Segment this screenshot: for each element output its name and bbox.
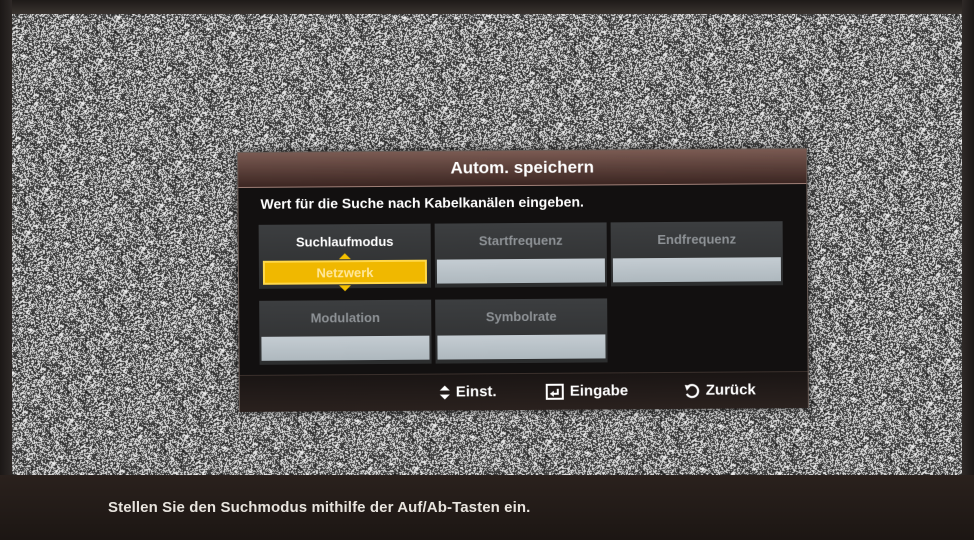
- footer-adjust[interactable]: Einst.: [439, 383, 497, 401]
- field-start-frequency[interactable]: Startfrequenz: [434, 222, 608, 288]
- footer-adjust-label: Einst.: [455, 383, 497, 401]
- field-value-modulation[interactable]: [261, 335, 430, 361]
- field-symbol-rate[interactable]: Symbolrate: [435, 298, 608, 364]
- field-value-text-search-mode: Netzwerk: [316, 265, 374, 281]
- field-label-search-mode: Suchlaufmodus: [295, 233, 394, 250]
- footer-back-label: Zurück: [705, 381, 756, 399]
- auto-store-dialog: Autom. speichern Wert für die Suche nach…: [237, 148, 809, 412]
- dialog-footer: Einst. Eingabe Zurück: [239, 371, 808, 412]
- field-value-text-symbol-rate: [437, 337, 605, 338]
- field-modulation[interactable]: Modulation: [259, 299, 432, 365]
- tv-bezel-top: [0, 0, 974, 14]
- field-value-start-frequency[interactable]: [436, 258, 606, 284]
- field-value-search-mode[interactable]: Netzwerk: [262, 259, 428, 285]
- field-label-symbol-rate: Symbolrate: [485, 308, 557, 325]
- field-label-end-frequency: Endfrequenz: [657, 231, 737, 248]
- dialog-title-bar: Autom. speichern: [238, 149, 807, 188]
- return-icon: [684, 383, 700, 398]
- up-down-arrows-icon: [439, 385, 450, 400]
- dialog-instruction: Wert für die Suche nach Kabelkanälen ein…: [260, 193, 584, 212]
- field-search-mode[interactable]: Suchlaufmodus Netzwerk: [258, 223, 432, 292]
- field-end-frequency[interactable]: Endfrequenz: [610, 221, 784, 287]
- field-value-text-start-frequency: [437, 261, 605, 262]
- help-text: Stellen Sie den Suchmodus mithilfe der A…: [108, 499, 531, 516]
- field-label-modulation: Modulation: [310, 310, 380, 326]
- tv-bezel-left: [0, 0, 12, 540]
- field-value-symbol-rate[interactable]: [437, 334, 606, 360]
- field-value-text-end-frequency: [613, 260, 781, 261]
- down-arrow-icon: [339, 285, 352, 292]
- help-bar: Stellen Sie den Suchmodus mithilfe der A…: [0, 475, 974, 540]
- footer-enter-label: Eingabe: [569, 382, 629, 400]
- tv-bezel-right: [962, 0, 974, 540]
- footer-enter[interactable]: Eingabe: [545, 382, 629, 400]
- dialog-title: Autom. speichern: [450, 157, 595, 178]
- field-label-start-frequency: Startfrequenz: [478, 232, 563, 249]
- footer-back[interactable]: Zurück: [684, 381, 756, 399]
- field-value-end-frequency[interactable]: [612, 257, 782, 283]
- up-arrow-icon: [338, 253, 351, 260]
- field-value-text-modulation: [261, 339, 429, 340]
- enter-icon: [545, 383, 564, 400]
